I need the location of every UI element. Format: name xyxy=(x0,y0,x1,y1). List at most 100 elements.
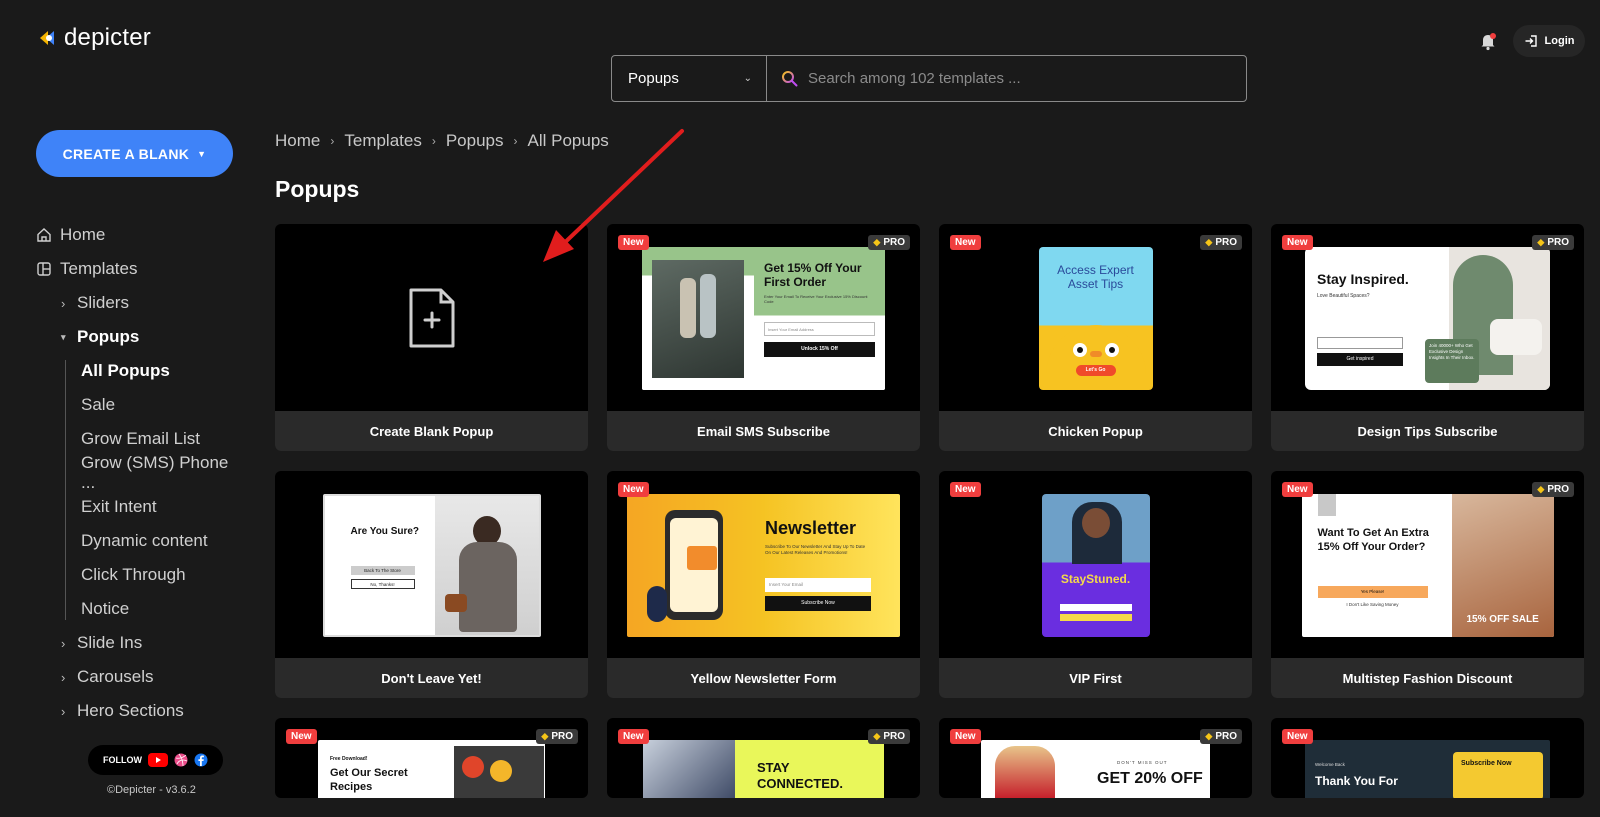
preview-heading: Access Expert Asset Tips xyxy=(1057,262,1134,291)
sidebar-item-slide-ins[interactable]: › Slide Ins xyxy=(36,626,246,660)
depicter-logo-icon xyxy=(38,27,60,49)
template-card[interactable]: New ◆ PRO Want To Get An Extra 15% Off Yo… xyxy=(1271,471,1584,698)
sidebar-item-label: Sliders xyxy=(77,293,129,312)
sidebar-item-label: Carousels xyxy=(77,667,154,686)
card-title: Design Tips Subscribe xyxy=(1271,411,1584,451)
card-thumbnail: StayStuned. xyxy=(939,471,1252,659)
template-card[interactable]: New ◆ PRO Get 15% Off Your First Order En… xyxy=(607,224,920,451)
dribbble-icon[interactable] xyxy=(174,753,188,767)
home-icon xyxy=(36,227,52,243)
card-title: Email SMS Subscribe xyxy=(607,411,920,451)
diamond-icon: ◆ xyxy=(541,731,549,741)
preview-kicker: Free Download! xyxy=(330,756,368,762)
pro-badge-label: PRO xyxy=(551,731,573,742)
follow-label: FOLLOW xyxy=(103,755,142,765)
search-icon xyxy=(782,71,798,87)
diamond-icon: ◆ xyxy=(1537,484,1545,494)
template-card[interactable]: New ◆ PRO STAY CONNECTED. xyxy=(607,718,920,798)
chevron-down-icon: ⌄ xyxy=(743,73,752,84)
sidebar-item-label: Dynamic content xyxy=(81,531,208,550)
pro-badge-label: PRO xyxy=(883,237,905,248)
chevron-right-icon: › xyxy=(513,134,518,148)
template-card[interactable]: New ◆ PRO DON'T MISS OUT GET 20% OFF xyxy=(939,718,1252,798)
create-blank-button[interactable]: CREATE A BLANK ▼ xyxy=(36,130,233,177)
preview-secondary: No, Thanks! xyxy=(350,578,415,589)
create-blank-label: CREATE A BLANK xyxy=(62,145,190,162)
preview-button: Yes Please! xyxy=(1317,585,1428,598)
sidebar-item-notice[interactable]: Notice xyxy=(81,592,246,626)
chevron-right-icon: › xyxy=(61,295,66,311)
notification-bell-icon[interactable] xyxy=(1477,30,1499,52)
depicter-logo[interactable]: depicter xyxy=(38,24,151,52)
sidebar-item-hero-sections[interactable]: › Hero Sections xyxy=(36,694,246,728)
preview-heading: Get 15% Off Your First Order xyxy=(764,260,862,289)
template-card[interactable]: New Newsletter Subscribe To Our Newslett… xyxy=(607,471,920,698)
template-card[interactable]: New StayStuned. VIP First xyxy=(939,471,1252,698)
preview-heading: Want To Get An Extra 15% Off Your Order? xyxy=(1317,526,1429,553)
preview-input: Insert Your Email Address xyxy=(764,321,875,336)
preview-kicker: DON'T MISS OUT xyxy=(1117,760,1168,765)
preview-input: Insert Your Email xyxy=(765,577,871,592)
sidebar-item-all-popups[interactable]: All Popups xyxy=(81,354,246,388)
preview-button: Subscribe Now xyxy=(1461,760,1512,767)
diamond-icon: ◆ xyxy=(1205,237,1213,247)
pro-badge-label: PRO xyxy=(883,731,905,742)
new-badge: New xyxy=(950,729,981,744)
sidebar-item-click-through[interactable]: Click Through xyxy=(81,558,246,592)
breadcrumb-templates[interactable]: Templates xyxy=(344,131,421,151)
brand-name: depicter xyxy=(64,24,151,51)
sidebar-item-grow-email-list[interactable]: Grow Email List xyxy=(81,422,246,456)
sidebar-item-sale[interactable]: Sale xyxy=(81,388,246,422)
sidebar-item-dynamic-content[interactable]: Dynamic content xyxy=(81,524,246,558)
sidebar-item-label: Grow (SMS) Phone ... xyxy=(81,453,229,492)
sidebar-item-templates[interactable]: Templates xyxy=(36,252,246,286)
card-title: Yellow Newsletter Form xyxy=(607,658,920,698)
template-card[interactable]: New ◆ PRO Free Download! Get Our Secret R… xyxy=(275,718,588,798)
sidebar-item-carousels[interactable]: › Carousels xyxy=(36,660,246,694)
sidebar-item-grow-sms-phone[interactable]: Grow (SMS) Phone ... xyxy=(81,453,246,492)
preview-button: Subscribe Now xyxy=(765,595,871,611)
sidebar-item-label: Sale xyxy=(81,395,116,414)
diamond-icon: ◆ xyxy=(1537,237,1545,247)
sidebar-item-label: Home xyxy=(60,225,106,244)
sidebar-item-label: Slide Ins xyxy=(77,633,143,652)
popup-preview: Newsletter Subscribe To Our Newsletter A… xyxy=(627,493,900,637)
popup-preview: Want To Get An Extra 15% Off Your Order?… xyxy=(1301,493,1554,637)
youtube-icon[interactable] xyxy=(148,753,168,767)
sidebar-item-sliders[interactable]: › Sliders xyxy=(36,286,246,320)
category-select[interactable]: Popups ⌄ xyxy=(612,56,767,101)
pro-badge-label: PRO xyxy=(1547,237,1569,248)
preview-sale: 15% OFF SALE xyxy=(1466,613,1539,625)
diamond-icon: ◆ xyxy=(873,731,881,741)
breadcrumb: Home › Templates › Popups › All Popups xyxy=(275,131,609,151)
template-card[interactable]: New Welcome Back Thank You For Subscribe… xyxy=(1271,718,1584,798)
sidebar-item-label: Exit Intent xyxy=(81,497,157,516)
preview-heading: Are You Sure? xyxy=(350,525,420,537)
template-card[interactable]: Are You Sure? Back To The Store No, Than… xyxy=(275,471,588,698)
preview-button: Unlock 15% Off xyxy=(764,341,875,357)
breadcrumb-home[interactable]: Home xyxy=(275,131,320,151)
facebook-icon[interactable] xyxy=(194,753,208,767)
breadcrumb-popups[interactable]: Popups xyxy=(446,131,504,151)
new-badge: New xyxy=(1282,729,1313,744)
template-card[interactable]: New ◆ PRO Access Expert Asset Tips Let's … xyxy=(939,224,1252,451)
page-title: Popups xyxy=(275,176,360,202)
chevron-right-icon: › xyxy=(431,134,436,148)
search-input[interactable] xyxy=(808,70,1228,87)
template-card[interactable]: New ◆ PRO Stay Inspired. Love Beautiful S… xyxy=(1271,224,1584,451)
preview-heading: Get Our Secret Recipes xyxy=(330,767,408,793)
template-card-create-blank[interactable]: Create Blank Popup xyxy=(275,224,588,451)
login-button[interactable]: Login xyxy=(1513,25,1585,57)
preview-heading: Thank You For xyxy=(1315,774,1398,788)
pro-badge: ◆ PRO xyxy=(1200,729,1242,744)
popup-preview: Get 15% Off Your First Order Enter Your … xyxy=(642,246,885,390)
pro-badge: ◆ PRO xyxy=(1532,235,1574,250)
sidebar-item-label: Grow Email List xyxy=(81,429,201,448)
sidebar-item-home[interactable]: Home xyxy=(36,218,246,252)
template-grid: Create Blank Popup New ◆ PRO Get 15% Off … xyxy=(275,224,1585,798)
sidebar-item-label: Popups xyxy=(77,327,140,346)
breadcrumb-all-popups: All Popups xyxy=(527,131,609,150)
sidebar-item-exit-intent[interactable]: Exit Intent xyxy=(81,490,246,524)
pro-badge: ◆ PRO xyxy=(1200,235,1242,250)
sidebar-item-popups[interactable]: ▾ Popups xyxy=(36,320,246,354)
